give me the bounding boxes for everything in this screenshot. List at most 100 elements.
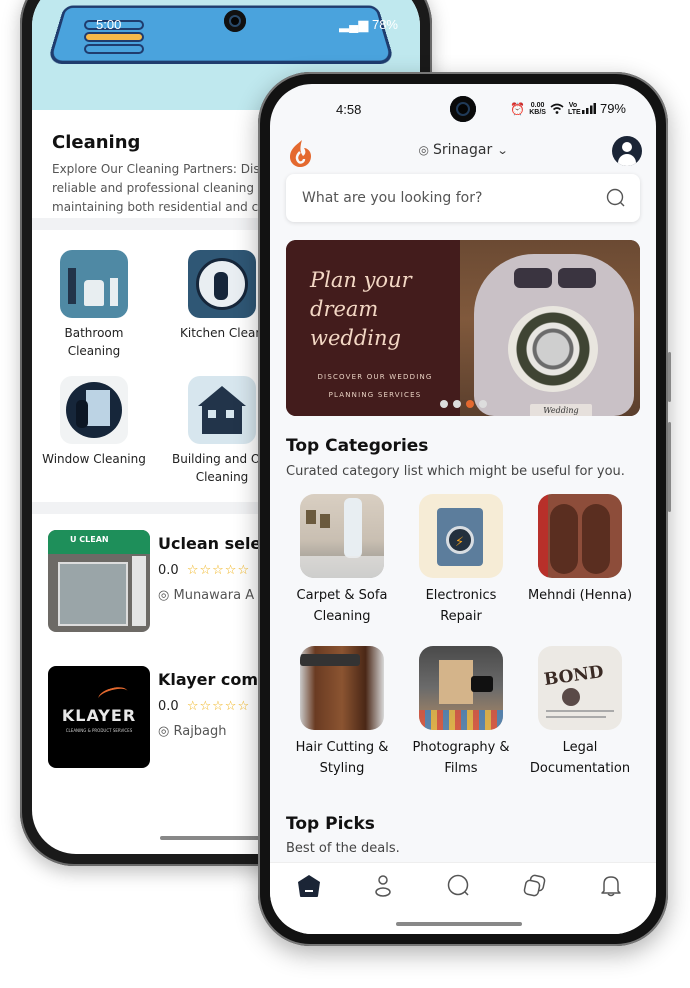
status-icons: ▂▄▆ 78% xyxy=(339,17,398,33)
top-categories-subtitle: Curated category list which might be use… xyxy=(286,464,625,479)
klayer-logo-subtext: CLEANING & PRODUCT SERVICES xyxy=(65,728,133,733)
category-label: Films xyxy=(444,761,478,776)
search-icon[interactable] xyxy=(606,188,626,208)
profile-avatar-icon[interactable] xyxy=(612,136,642,166)
category-label: Documentation xyxy=(529,761,631,776)
listing-image: KLAYER CLEANING & PRODUCT SERVICES xyxy=(48,666,150,768)
category-label: Electronics xyxy=(425,588,497,603)
subcategory-label: Window Cleaning xyxy=(42,452,146,466)
category-label: Mehndi (Henna) xyxy=(527,588,633,603)
vintage-car: Wedding xyxy=(474,254,634,416)
battery-level: 79% xyxy=(599,101,626,116)
location-selector[interactable]: ◎ Srinagar ⌄ xyxy=(270,142,656,158)
category-legal-documentation[interactable]: BOND Legal Documentation xyxy=(520,646,640,779)
signal-icon xyxy=(581,103,596,114)
location-pin-icon: ◎ xyxy=(158,724,174,739)
app-header: ◎ Srinagar ⌄ xyxy=(270,132,656,172)
subcategory-window-cleaning[interactable]: Window Cleaning xyxy=(34,376,154,468)
carpet-cleaning-image xyxy=(300,494,384,578)
hero-stripe xyxy=(84,44,144,54)
rating-value: 0.0 xyxy=(158,563,179,578)
profile-icon[interactable] xyxy=(370,873,396,899)
carousel-dot[interactable] xyxy=(453,400,461,408)
chevron-down-icon: ⌄ xyxy=(496,144,509,157)
location-text: Munawara A xyxy=(173,588,255,603)
listing-location: ◎ Munawara A xyxy=(158,588,254,603)
hero-stripe xyxy=(84,32,144,42)
bathroom-cleaning-image xyxy=(60,250,128,318)
legal-documents-image: BOND xyxy=(538,646,622,730)
category-photography-films[interactable]: Photography & Films xyxy=(401,646,521,779)
banner-subtext: DISCOVER OUR WEDDING PLANNING SERVICES xyxy=(317,373,433,399)
category-mehndi-henna[interactable]: Mehndi (Henna) xyxy=(520,494,640,606)
power-button xyxy=(668,422,671,512)
kitchen-cleaning-image xyxy=(188,250,256,318)
category-label: Carpet & Sofa xyxy=(296,588,388,603)
data-speed: 0.00 KB/S xyxy=(529,101,546,116)
window-cleaning-image xyxy=(60,376,128,444)
carousel-dot[interactable] xyxy=(440,400,448,408)
listing-image: U CLEAN xyxy=(48,530,150,632)
category-carpet-sofa-cleaning[interactable]: Carpet & Sofa Cleaning xyxy=(282,494,402,627)
listing-rating: 0.0 ☆☆☆☆☆ xyxy=(158,699,250,714)
star-rating-icons: ☆☆☆☆☆ xyxy=(186,563,251,578)
search-bar[interactable] xyxy=(286,174,640,222)
category-hair-cutting-styling[interactable]: Hair Cutting & Styling xyxy=(282,646,402,779)
flower-wreath xyxy=(508,306,598,392)
home-indicator[interactable] xyxy=(396,922,522,926)
category-label: Legal xyxy=(562,740,598,755)
carousel-dot-active[interactable] xyxy=(466,400,474,408)
category-label: Styling xyxy=(319,761,365,776)
notification-bell-icon[interactable] xyxy=(598,873,624,899)
front-phone-screen: 4:58 ⏰ 0.00KB/S Vo LTE 79% ◎Srinagar⌄ xyxy=(270,84,656,934)
banner-text-panel: Plan your dream wedding DISCOVER OUR WED… xyxy=(286,240,460,416)
wedding-car-image: Wedding xyxy=(460,240,640,416)
location-pin-icon: ◎ xyxy=(158,588,174,603)
front-camera xyxy=(224,10,246,32)
storefront-sign: U CLEAN xyxy=(48,530,150,554)
location-text: Rajbagh xyxy=(173,724,227,739)
hair-styling-image xyxy=(300,646,384,730)
category-title: Cleaning xyxy=(52,132,141,153)
photography-image xyxy=(419,646,503,730)
star-rating-icons: ☆☆☆☆☆ xyxy=(186,699,251,714)
status-bar: 4:58 ⏰ 0.00 KB/S Vo LTE 79% xyxy=(270,84,656,124)
carousel-dots xyxy=(440,400,487,408)
electronics-repair-image: ⚡ xyxy=(419,494,503,578)
category-label: Hair Cutting & xyxy=(295,740,389,755)
volume-button xyxy=(668,352,671,402)
subcategory-bathroom-cleaning[interactable]: Bathroom Cleaning xyxy=(34,250,154,360)
wifi-icon xyxy=(550,103,564,114)
top-categories-title: Top Categories xyxy=(286,436,429,456)
battery-level: 78% xyxy=(371,17,398,32)
category-label: Cleaning xyxy=(313,609,371,624)
promo-banner-carousel[interactable]: Plan your dream wedding DISCOVER OUR WED… xyxy=(286,240,640,416)
listing-rating: 0.0 ☆☆☆☆☆ xyxy=(158,563,250,578)
location-name: Srinagar xyxy=(433,142,493,158)
building-cleaning-image xyxy=(188,376,256,444)
location-pin-icon: ◎ xyxy=(418,143,430,157)
home-icon[interactable] xyxy=(296,873,322,899)
carousel-dot[interactable] xyxy=(479,400,487,408)
listing-location: ◎ Rajbagh xyxy=(158,724,227,739)
status-time: 5:00 xyxy=(96,17,122,32)
categories-icon[interactable] xyxy=(522,873,548,899)
category-electronics-repair[interactable]: ⚡ Electronics Repair xyxy=(401,494,521,627)
klayer-logo-text: KLAYER xyxy=(61,706,137,725)
subcategory-label: Bathroom xyxy=(64,326,124,340)
signal-icon: ▂▄▆ xyxy=(339,17,372,32)
search-icon[interactable] xyxy=(446,873,472,899)
volte-icon: Vo LTE xyxy=(567,101,581,116)
subcategory-label: Cleaning xyxy=(67,344,121,358)
license-plate: Wedding xyxy=(530,404,592,416)
top-picks-subtitle: Best of the deals. xyxy=(286,841,400,856)
rating-value: 0.0 xyxy=(158,699,179,714)
category-label: Repair xyxy=(440,609,482,624)
bottom-navigation xyxy=(270,862,656,934)
top-picks-title: Top Picks xyxy=(286,814,375,834)
front-phone: 4:58 ⏰ 0.00KB/S Vo LTE 79% ◎Srinagar⌄ xyxy=(258,72,671,946)
search-input[interactable] xyxy=(302,174,592,222)
category-label: Photography & xyxy=(412,740,510,755)
status-icons: ⏰ 0.00 KB/S Vo LTE 79% xyxy=(510,101,626,116)
front-camera xyxy=(450,96,476,122)
